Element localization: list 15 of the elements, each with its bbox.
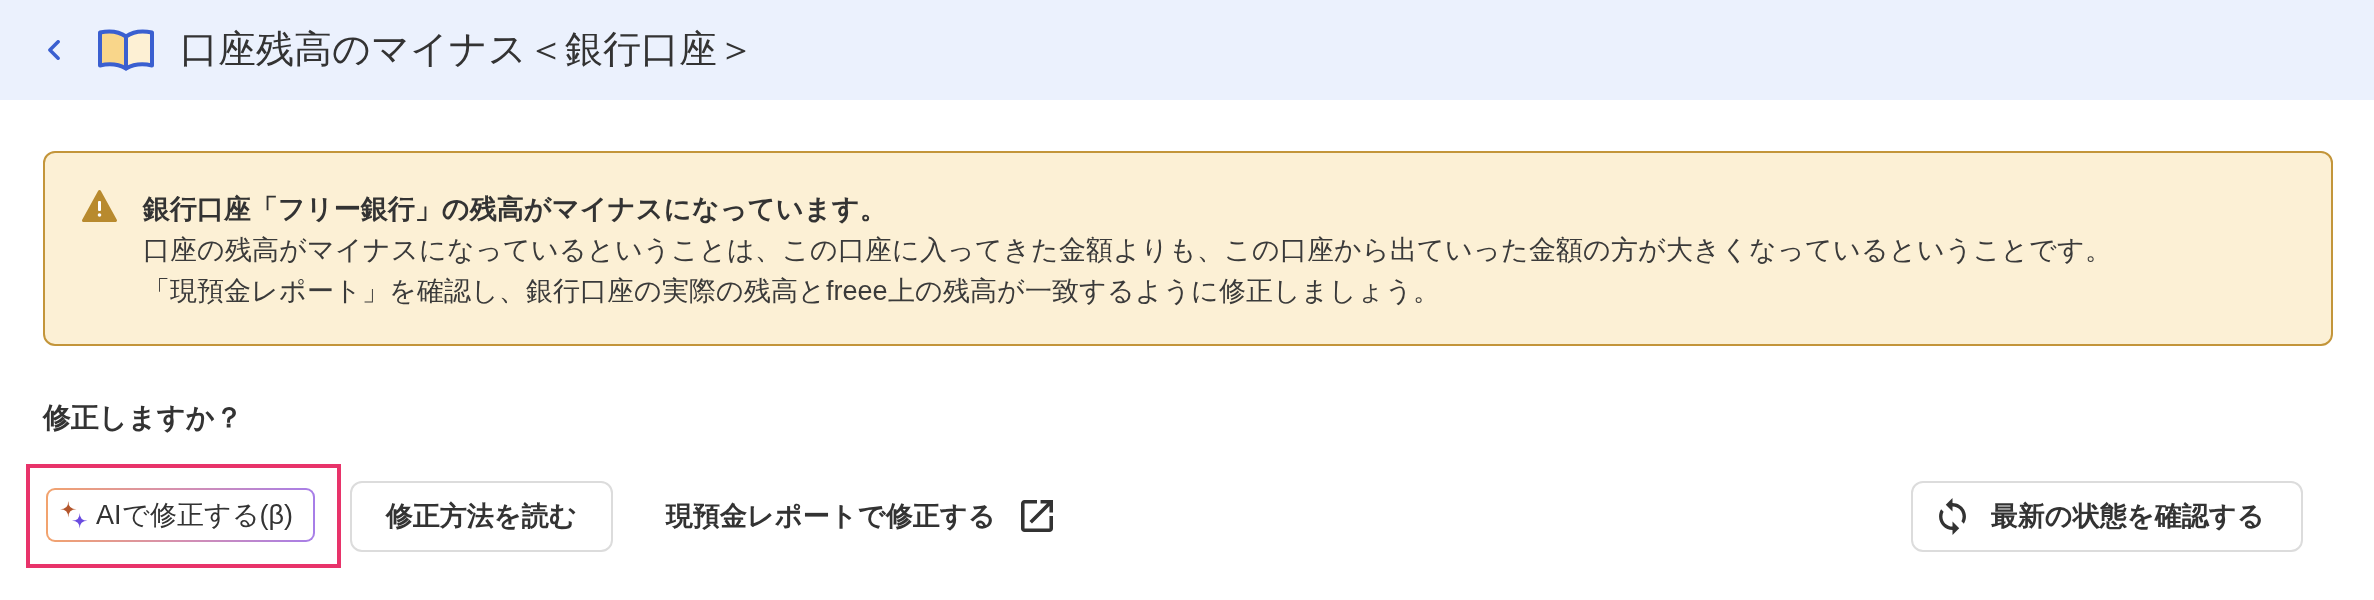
sparkle-icon — [60, 501, 88, 529]
read-guide-button[interactable]: 修正方法を読む — [350, 480, 614, 552]
alert-text: 「現預金レポート」を確認し、銀行口座の実際の残高とfreee上の残高が一致するように修正しましょう。 — [143, 275, 1440, 308]
refresh-icon — [1939, 497, 1966, 535]
page-title: 口座残高のマイナス＜銀行口座＞ — [180, 27, 755, 73]
warning-icon — [81, 189, 118, 223]
ai-fix-button[interactable]: AIで修正する(β) — [46, 488, 316, 542]
alert-text: 口座の残高がマイナスになっているということは、この口座に入ってきた金額よりも、この口座から出ていった金額の方が大きくなっているということです。 — [143, 234, 2112, 267]
report-link[interactable]: 現預金レポートで修正する — [666, 498, 1054, 534]
section-heading: 修正しますか？ — [43, 401, 243, 435]
book-icon — [97, 28, 155, 72]
alert-title: 銀行口座「フリー銀行」の残高がマイナスになっています。 — [143, 193, 887, 226]
back-icon[interactable] — [47, 40, 61, 60]
external-link-icon — [1021, 500, 1054, 532]
refresh-button[interactable]: 最新の状態を確認する — [1911, 480, 2303, 552]
